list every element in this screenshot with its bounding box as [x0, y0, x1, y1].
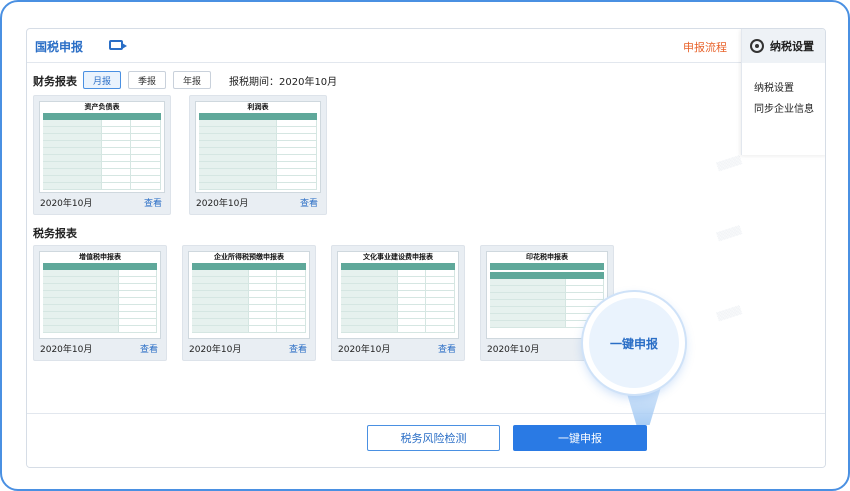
tab-quarterly[interactable]: 季报: [128, 71, 166, 89]
tax-section-label: 税务报表: [33, 227, 77, 240]
settings-header[interactable]: 纳税设置: [742, 29, 825, 63]
report-thumbnail: 增值税申报表: [39, 251, 161, 339]
gear-icon: [750, 39, 764, 53]
report-card[interactable]: 增值税申报表 2020年10月 查看: [33, 245, 167, 361]
app-frame: 国税申报 申报流程 ▒▒▒▒ ▒▒▒▒ ▒▒▒▒ 财务报表 月报 季报 年报 报…: [0, 0, 850, 491]
view-link[interactable]: 查看: [300, 196, 318, 209]
report-date: 2020年10月: [196, 199, 249, 209]
view-link[interactable]: 查看: [144, 196, 162, 209]
settings-dropdown: 纳税设置 纳税设置 同步企业信息: [741, 29, 825, 155]
report-date: 2020年10月: [487, 345, 540, 355]
watermark: ▒▒▒▒: [716, 225, 743, 242]
report-title: 资产负债表: [84, 103, 120, 111]
risk-check-button[interactable]: 税务风险检测: [367, 425, 500, 451]
report-card[interactable]: 企业所得税预缴申报表 2020年10月 查看: [182, 245, 316, 361]
view-link[interactable]: 查看: [289, 342, 307, 355]
tax-period: 报税期间：2020年10月: [229, 77, 338, 88]
report-date: 2020年10月: [40, 345, 93, 355]
report-date: 2020年10月: [189, 345, 242, 355]
tab-yearly[interactable]: 年报: [173, 71, 211, 89]
callout-bubble: 一键申报: [583, 292, 685, 394]
tab-monthly[interactable]: 月报: [83, 71, 121, 89]
page-title: 国税申报: [35, 40, 84, 54]
report-thumbnail: 文化事业建设费申报表: [337, 251, 459, 339]
report-date: 2020年10月: [338, 345, 391, 355]
report-title: 企业所得税预缴申报表: [214, 253, 284, 261]
main-panel: 国税申报 申报流程 ▒▒▒▒ ▒▒▒▒ ▒▒▒▒ 财务报表 月报 季报 年报 报…: [26, 28, 826, 468]
video-icon[interactable]: [109, 40, 127, 50]
report-card[interactable]: 利润表 2020年10月 查看: [189, 95, 327, 215]
report-thumbnail: 资产负债表: [39, 101, 165, 193]
one-click-file-button[interactable]: 一键申报: [513, 425, 647, 451]
view-link[interactable]: 查看: [140, 342, 158, 355]
report-card[interactable]: 文化事业建设费申报表 2020年10月 查看: [331, 245, 465, 361]
report-title: 利润表: [247, 103, 269, 111]
settings-title: 纳税设置: [770, 40, 814, 53]
view-link[interactable]: 查看: [438, 342, 456, 355]
report-title: 增值税申报表: [79, 253, 121, 261]
report-title: 印花税申报表: [526, 253, 568, 261]
financial-section-label: 财务报表: [33, 75, 77, 88]
report-card[interactable]: 资产负债表 2020年10月 查看: [33, 95, 171, 215]
menu-item-tax-settings[interactable]: 纳税设置: [742, 79, 825, 94]
header: 国税申报 申报流程: [27, 29, 825, 63]
report-title: 文化事业建设费申报表: [363, 253, 433, 261]
watermark: ▒▒▒▒: [716, 305, 743, 322]
report-date: 2020年10月: [40, 199, 93, 209]
menu-item-sync-company[interactable]: 同步企业信息: [742, 100, 825, 115]
report-thumbnail: 企业所得税预缴申报表: [188, 251, 310, 339]
flow-link[interactable]: 申报流程: [683, 39, 727, 55]
watermark: ▒▒▒▒: [716, 155, 743, 172]
report-thumbnail: 利润表: [195, 101, 321, 193]
